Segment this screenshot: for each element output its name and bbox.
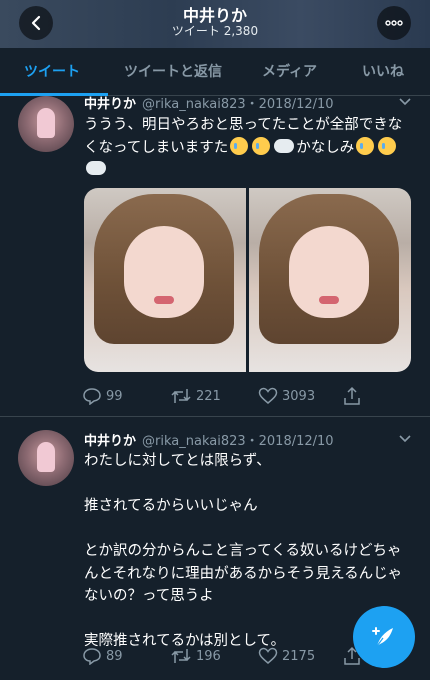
tweet-author-name[interactable]: 中井りか [84, 434, 136, 449]
reply-count: 89 [106, 648, 123, 664]
tab-tweets[interactable]: ツイート [24, 48, 80, 96]
tweet-count: ツイート 2,380 [171, 24, 259, 38]
crying-face-emoji-icon [252, 136, 271, 155]
thought-bubble-emoji-icon [86, 161, 106, 175]
share-icon [344, 386, 360, 405]
like-count: 2175 [282, 648, 316, 664]
crying-face-emoji-icon [378, 136, 397, 155]
like-count: 3093 [282, 388, 316, 404]
more-button[interactable] [377, 6, 411, 40]
retweet-icon [171, 389, 191, 403]
tweet-text: ううう、明日やろおと思ってたことが全部できなくなってしまいますた かなしみ [84, 114, 414, 182]
reply-count: 99 [106, 388, 123, 404]
more-icon [385, 20, 403, 26]
reply-button[interactable]: 99 [82, 386, 123, 406]
heart-icon [258, 387, 278, 404]
reply-icon [83, 388, 101, 405]
like-button[interactable]: 2175 [258, 646, 315, 666]
heart-icon [258, 647, 278, 664]
tweet-date: ・2018/12/10 [245, 434, 334, 449]
tweet-text-line: とか訳の分からんこと言ってくる奴いるけどちゃんとそれなりに理由があるからそう見え… [84, 543, 403, 604]
retweet-icon [171, 649, 191, 663]
retweet-count: 196 [196, 648, 221, 664]
tweet-text-line: 推されてるからいいじゃん [84, 498, 258, 514]
tweet-photo[interactable] [249, 188, 411, 372]
tweet-meta: 中井りか @rika_nakai823・2018/12/10 [84, 430, 334, 449]
reply-icon [83, 648, 101, 665]
thought-bubble-emoji-icon [274, 138, 295, 153]
tweet-handle: @rika_nakai823 [142, 434, 246, 449]
compose-feather-icon [372, 627, 393, 647]
tab-tweets-and-replies[interactable]: ツイートと返信 [124, 48, 222, 96]
chevron-down-icon[interactable] [398, 95, 412, 109]
compose-tweet-button[interactable] [353, 606, 415, 668]
tweet-text-blank-line [84, 518, 414, 541]
tweet-actions: 99 221 3093 [82, 386, 382, 406]
crying-face-emoji-icon [230, 136, 249, 155]
tweet-date: ・2018/12/10 [245, 97, 334, 112]
tweet-actions: 89 196 2175 [82, 646, 382, 666]
tweet-text-part: かなしみ [296, 139, 355, 156]
tweet-handle: @rika_nakai823 [142, 97, 246, 112]
chevron-down-icon[interactable] [398, 432, 412, 446]
tweet-author-name[interactable]: 中井りか [84, 97, 136, 112]
profile-header: 中井りか ツイート 2,380 [0, 0, 430, 48]
retweet-button[interactable]: 196 [170, 646, 221, 666]
avatar[interactable] [18, 430, 74, 486]
avatar[interactable] [18, 96, 74, 152]
tweet-photo[interactable] [84, 188, 246, 372]
crying-face-emoji-icon [356, 136, 375, 155]
tweet-text-line: わたしに対してとは限らず、 [84, 453, 271, 469]
reply-button[interactable]: 89 [82, 646, 123, 666]
tab-media[interactable]: メディア [262, 48, 317, 96]
retweet-button[interactable]: 221 [170, 386, 221, 406]
like-button[interactable]: 3093 [258, 386, 315, 406]
tweet-media[interactable] [84, 188, 411, 372]
profile-tabs: ツイート ツイートと返信 メディア いいね [0, 48, 430, 96]
retweet-count: 221 [196, 388, 221, 404]
tweet-meta: 中井りか @rika_nakai823・2018/12/10 [84, 93, 334, 112]
tweet-text-blank-line [84, 473, 414, 496]
tweet-divider [0, 416, 430, 417]
tab-likes[interactable]: いいね [362, 48, 404, 96]
share-button[interactable] [342, 386, 366, 406]
